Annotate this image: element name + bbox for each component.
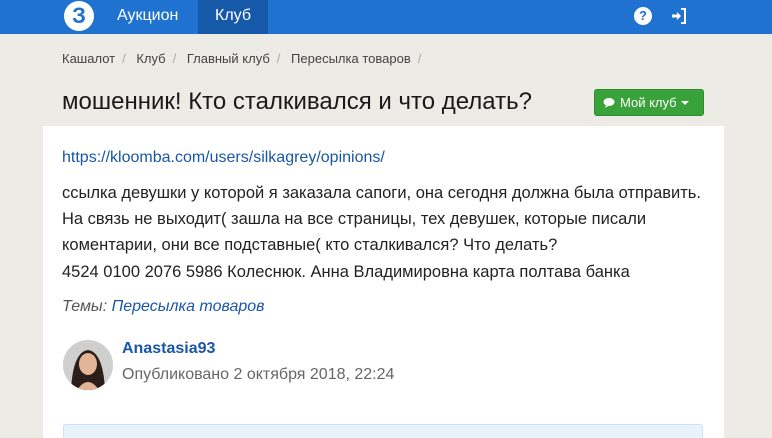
topics: Темы: Пересылка товаров	[62, 298, 265, 316]
breadcrumb-item[interactable]: Пересылка товаров	[291, 51, 411, 66]
topics-label: Темы:	[62, 298, 108, 315]
top-navbar: З Аукцион Клуб ?	[0, 0, 772, 34]
post-card	[43, 126, 724, 438]
comments-icon	[603, 98, 615, 108]
post-card-details: 4524 0100 2076 5986 Колеснюк. Анна Влади…	[62, 263, 630, 281]
post-body: ссылка девушки у которой я заказала сапо…	[62, 184, 701, 254]
breadcrumb-separator: /	[417, 51, 422, 66]
avatar-image	[63, 340, 113, 390]
post-url-link[interactable]: https://kloomba.com/users/silkagrey/opin…	[62, 149, 385, 167]
nav-auction[interactable]: Аукцион	[117, 0, 178, 34]
author-link[interactable]: Anastasia93	[122, 340, 215, 358]
help-icon[interactable]: ?	[634, 7, 652, 25]
published-date: Опубликовано 2 октября 2018, 22:24	[122, 366, 395, 383]
breadcrumb-separator: /	[172, 51, 177, 66]
breadcrumb-item[interactable]: Главный клуб	[187, 51, 270, 66]
breadcrumb-item[interactable]: Кашалот	[62, 51, 115, 66]
page-title: мошенник! Кто сталкивался и что делать?	[62, 88, 532, 115]
login-icon-graphic	[672, 8, 686, 24]
avatar[interactable]	[63, 340, 113, 390]
site-logo[interactable]: З	[64, 1, 94, 31]
topic-link[interactable]: Пересылка товаров	[112, 298, 265, 315]
my-club-button[interactable]: Мой клуб	[594, 89, 704, 116]
breadcrumb: Кашалот / Клуб / Главный клуб / Пересылка т…	[62, 51, 428, 66]
breadcrumb-item[interactable]: Клуб	[136, 51, 165, 66]
reply-box[interactable]	[63, 424, 703, 438]
my-club-label: Мой клуб	[620, 95, 677, 110]
nav-club-active[interactable]: Клуб	[198, 0, 268, 34]
breadcrumb-separator: /	[276, 51, 281, 66]
breadcrumb-separator: /	[122, 51, 126, 66]
caret-down-icon	[680, 101, 689, 105]
login-icon[interactable]	[670, 7, 688, 25]
